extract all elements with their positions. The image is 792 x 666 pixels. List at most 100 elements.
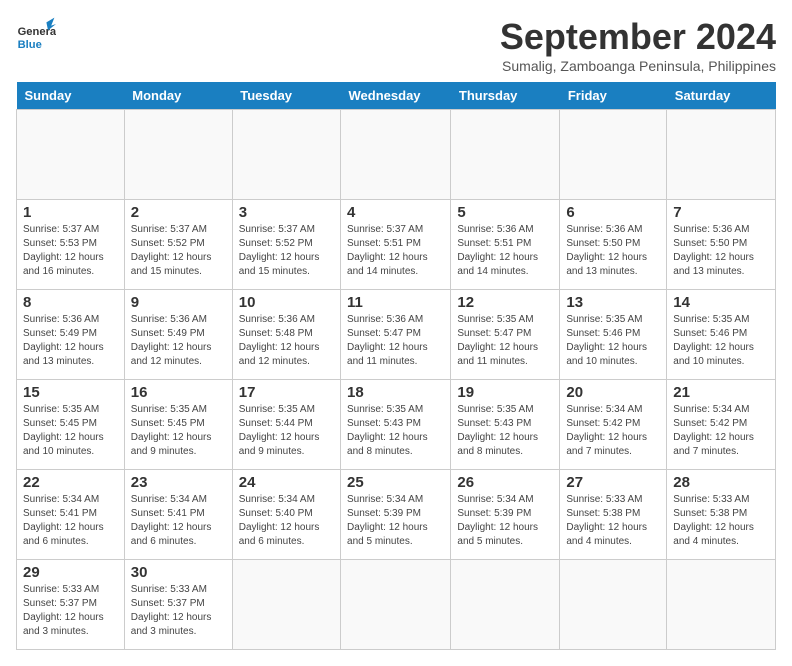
- daylight-minutes: and 3 minutes.: [23, 626, 89, 637]
- calendar-cell: 12 Sunrise: 5:35 AM Sunset: 5:47 PM Dayl…: [451, 290, 560, 380]
- calendar-cell: 30 Sunrise: 5:33 AM Sunset: 5:37 PM Dayl…: [124, 560, 232, 650]
- daylight-minutes: and 11 minutes.: [457, 356, 527, 367]
- daylight-minutes: and 11 minutes.: [347, 356, 417, 367]
- month-title: September 2024: [500, 16, 776, 58]
- daylight-minutes: and 7 minutes.: [566, 446, 632, 457]
- daylight-label: Daylight: 12 hours: [347, 252, 428, 263]
- day-info: Sunrise: 5:37 AM Sunset: 5:53 PM Dayligh…: [23, 223, 118, 279]
- sunset-label: Sunset: 5:39 PM: [347, 508, 421, 519]
- daylight-label: Daylight: 12 hours: [131, 432, 212, 443]
- sunset-label: Sunset: 5:43 PM: [347, 418, 421, 429]
- day-number: 23: [131, 474, 226, 491]
- daylight-label: Daylight: 12 hours: [347, 522, 428, 533]
- logo-icon: General Blue: [16, 16, 56, 56]
- calendar-cell: 7 Sunrise: 5:36 AM Sunset: 5:50 PM Dayli…: [667, 200, 776, 290]
- sunset-label: Sunset: 5:41 PM: [23, 508, 97, 519]
- sunrise-label: Sunrise: 5:37 AM: [239, 224, 315, 235]
- sunrise-label: Sunrise: 5:35 AM: [566, 314, 642, 325]
- day-number: 17: [239, 384, 334, 401]
- day-number: 5: [457, 204, 553, 221]
- sunset-label: Sunset: 5:46 PM: [673, 328, 747, 339]
- day-number: 4: [347, 204, 444, 221]
- day-info: Sunrise: 5:36 AM Sunset: 5:51 PM Dayligh…: [457, 223, 553, 279]
- sunset-label: Sunset: 5:52 PM: [131, 238, 205, 249]
- calendar-cell: [341, 560, 451, 650]
- day-of-week-header: Tuesday: [232, 82, 340, 110]
- daylight-minutes: and 4 minutes.: [566, 536, 632, 547]
- calendar-cell: 15 Sunrise: 5:35 AM Sunset: 5:45 PM Dayl…: [17, 380, 125, 470]
- calendar-week-row: 15 Sunrise: 5:35 AM Sunset: 5:45 PM Dayl…: [17, 380, 776, 470]
- day-number: 22: [23, 474, 118, 491]
- sunset-label: Sunset: 5:53 PM: [23, 238, 97, 249]
- daylight-minutes: and 13 minutes.: [566, 266, 637, 277]
- daylight-label: Daylight: 12 hours: [239, 342, 320, 353]
- day-number: 25: [347, 474, 444, 491]
- daylight-label: Daylight: 12 hours: [131, 612, 212, 623]
- calendar-table: SundayMondayTuesdayWednesdayThursdayFrid…: [16, 82, 776, 650]
- location-title: Sumalig, Zamboanga Peninsula, Philippine…: [500, 58, 776, 74]
- daylight-label: Daylight: 12 hours: [131, 252, 212, 263]
- sunrise-label: Sunrise: 5:33 AM: [673, 494, 749, 505]
- sunset-label: Sunset: 5:49 PM: [131, 328, 205, 339]
- sunset-label: Sunset: 5:47 PM: [457, 328, 531, 339]
- day-of-week-header: Thursday: [451, 82, 560, 110]
- daylight-label: Daylight: 12 hours: [239, 522, 320, 533]
- sunrise-label: Sunrise: 5:35 AM: [131, 404, 207, 415]
- day-info: Sunrise: 5:35 AM Sunset: 5:45 PM Dayligh…: [131, 403, 226, 459]
- calendar-cell: [667, 560, 776, 650]
- sunset-label: Sunset: 5:51 PM: [347, 238, 421, 249]
- day-info: Sunrise: 5:33 AM Sunset: 5:37 PM Dayligh…: [23, 583, 118, 639]
- day-info: Sunrise: 5:35 AM Sunset: 5:43 PM Dayligh…: [457, 403, 553, 459]
- day-number: 14: [673, 294, 769, 311]
- daylight-minutes: and 6 minutes.: [23, 536, 89, 547]
- sunset-label: Sunset: 5:40 PM: [239, 508, 313, 519]
- sunrise-label: Sunrise: 5:36 AM: [457, 224, 533, 235]
- sunrise-label: Sunrise: 5:34 AM: [239, 494, 315, 505]
- daylight-label: Daylight: 12 hours: [239, 432, 320, 443]
- calendar-cell: [232, 110, 340, 200]
- daylight-label: Daylight: 12 hours: [457, 522, 538, 533]
- daylight-minutes: and 3 minutes.: [131, 626, 197, 637]
- day-info: Sunrise: 5:36 AM Sunset: 5:47 PM Dayligh…: [347, 313, 444, 369]
- sunset-label: Sunset: 5:39 PM: [457, 508, 531, 519]
- daylight-minutes: and 4 minutes.: [673, 536, 739, 547]
- day-info: Sunrise: 5:34 AM Sunset: 5:41 PM Dayligh…: [23, 493, 118, 549]
- sunset-label: Sunset: 5:50 PM: [673, 238, 747, 249]
- daylight-minutes: and 15 minutes.: [239, 266, 310, 277]
- daylight-minutes: and 5 minutes.: [347, 536, 413, 547]
- sunrise-label: Sunrise: 5:35 AM: [347, 404, 423, 415]
- day-info: Sunrise: 5:33 AM Sunset: 5:38 PM Dayligh…: [673, 493, 769, 549]
- calendar-cell: 18 Sunrise: 5:35 AM Sunset: 5:43 PM Dayl…: [341, 380, 451, 470]
- daylight-minutes: and 13 minutes.: [673, 266, 744, 277]
- day-number: 6: [566, 204, 660, 221]
- calendar-week-row: 22 Sunrise: 5:34 AM Sunset: 5:41 PM Dayl…: [17, 470, 776, 560]
- daylight-label: Daylight: 12 hours: [673, 252, 754, 263]
- calendar-week-row: 1 Sunrise: 5:37 AM Sunset: 5:53 PM Dayli…: [17, 200, 776, 290]
- calendar-cell: 17 Sunrise: 5:35 AM Sunset: 5:44 PM Dayl…: [232, 380, 340, 470]
- sunset-label: Sunset: 5:51 PM: [457, 238, 531, 249]
- daylight-label: Daylight: 12 hours: [131, 342, 212, 353]
- day-number: 21: [673, 384, 769, 401]
- day-number: 30: [131, 564, 226, 581]
- daylight-minutes: and 8 minutes.: [457, 446, 523, 457]
- sunrise-label: Sunrise: 5:35 AM: [673, 314, 749, 325]
- calendar-cell: 28 Sunrise: 5:33 AM Sunset: 5:38 PM Dayl…: [667, 470, 776, 560]
- day-number: 11: [347, 294, 444, 311]
- day-info: Sunrise: 5:35 AM Sunset: 5:46 PM Dayligh…: [673, 313, 769, 369]
- sunset-label: Sunset: 5:38 PM: [673, 508, 747, 519]
- calendar-cell: 22 Sunrise: 5:34 AM Sunset: 5:41 PM Dayl…: [17, 470, 125, 560]
- calendar-cell: 29 Sunrise: 5:33 AM Sunset: 5:37 PM Dayl…: [17, 560, 125, 650]
- day-number: 20: [566, 384, 660, 401]
- calendar-cell: 10 Sunrise: 5:36 AM Sunset: 5:48 PM Dayl…: [232, 290, 340, 380]
- sunset-label: Sunset: 5:52 PM: [239, 238, 313, 249]
- sunset-label: Sunset: 5:37 PM: [23, 598, 97, 609]
- sunrise-label: Sunrise: 5:34 AM: [347, 494, 423, 505]
- daylight-minutes: and 16 minutes.: [23, 266, 94, 277]
- title-section: September 2024 Sumalig, Zamboanga Penins…: [500, 16, 776, 74]
- day-number: 29: [23, 564, 118, 581]
- calendar-cell: [17, 110, 125, 200]
- calendar-cell: [667, 110, 776, 200]
- daylight-minutes: and 8 minutes.: [347, 446, 413, 457]
- sunrise-label: Sunrise: 5:34 AM: [131, 494, 207, 505]
- sunset-label: Sunset: 5:47 PM: [347, 328, 421, 339]
